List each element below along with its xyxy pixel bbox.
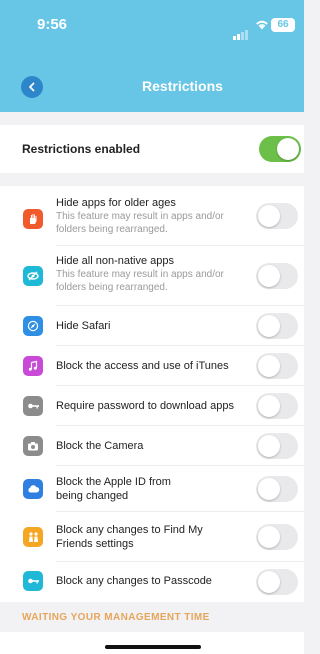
compass-icon — [23, 316, 43, 336]
friends-icon — [23, 527, 43, 547]
item-title: Block the Apple ID from being changed — [56, 476, 171, 502]
management-time-card — [0, 632, 304, 654]
item-subtitle: This feature may result in apps and/or f… — [56, 269, 224, 293]
list-item: Block any changes to Find My Friends set… — [0, 512, 304, 562]
block-itunes-toggle[interactable] — [256, 353, 298, 379]
require-password-toggle[interactable] — [256, 393, 298, 419]
item-title: Block the Camera — [56, 440, 144, 452]
restrictions-enabled-row: Restrictions enabled — [0, 125, 304, 173]
block-apple-id-toggle[interactable] — [256, 476, 298, 502]
eye-slash-icon — [23, 266, 43, 286]
cloud-icon — [23, 479, 43, 499]
list-item: Hide all non-native apps This feature ma… — [0, 246, 304, 306]
restrictions-list: Hide apps for older ages This feature ma… — [0, 186, 304, 602]
list-item: Hide apps for older ages This feature ma… — [0, 186, 304, 246]
music-note-icon — [23, 356, 43, 376]
item-title: Block any changes to Find My Friends set… — [56, 524, 203, 550]
section-title: WAITING YOUR MANAGEMENT TIME — [22, 612, 210, 623]
hide-safari-toggle[interactable] — [256, 313, 298, 339]
key-icon — [23, 571, 43, 591]
item-title: Hide apps for older ages — [56, 197, 176, 209]
item-title: Require password to download apps — [56, 400, 234, 412]
item-title: Block the access and use of iTunes — [56, 360, 229, 372]
camera-icon — [23, 436, 43, 456]
item-subtitle: This feature may result in apps and/or f… — [56, 211, 224, 235]
item-title: Hide all non-native apps — [56, 255, 175, 267]
block-camera-toggle[interactable] — [256, 433, 298, 459]
status-bar: 9:56 66 — [0, 16, 304, 40]
list-item: Block the Camera — [0, 426, 304, 466]
section-header: WAITING YOUR MANAGEMENT TIME — [0, 602, 304, 632]
item-title: Hide Safari — [56, 320, 111, 332]
hide-older-apps-toggle[interactable] — [256, 203, 298, 229]
list-item: Block the access and use of iTunes — [0, 346, 304, 386]
list-item: Require password to download apps — [0, 386, 304, 426]
item-title: Block any changes to Passcode — [56, 575, 212, 587]
list-item: Block the Apple ID from being changed — [0, 466, 304, 512]
list-item: Hide Safari — [0, 306, 304, 346]
header-bar: 9:56 66 Restrictions — [0, 0, 304, 112]
status-time: 9:56 — [37, 16, 68, 33]
restrictions-enabled-toggle[interactable] — [259, 136, 301, 162]
hide-non-native-apps-toggle[interactable] — [256, 263, 298, 289]
list-item: Block any changes to Passcode — [0, 562, 304, 602]
wifi-icon — [255, 18, 269, 33]
page-title: Restrictions — [142, 78, 223, 94]
hand-icon — [23, 209, 43, 229]
block-passcode-toggle[interactable] — [256, 569, 298, 595]
signal-icon — [233, 22, 249, 40]
block-find-my-friends-toggle[interactable] — [256, 524, 298, 550]
battery-icon: 66 — [271, 18, 295, 32]
home-indicator — [105, 645, 201, 649]
key-icon — [23, 396, 43, 416]
restrictions-enabled-label: Restrictions enabled — [22, 142, 141, 156]
